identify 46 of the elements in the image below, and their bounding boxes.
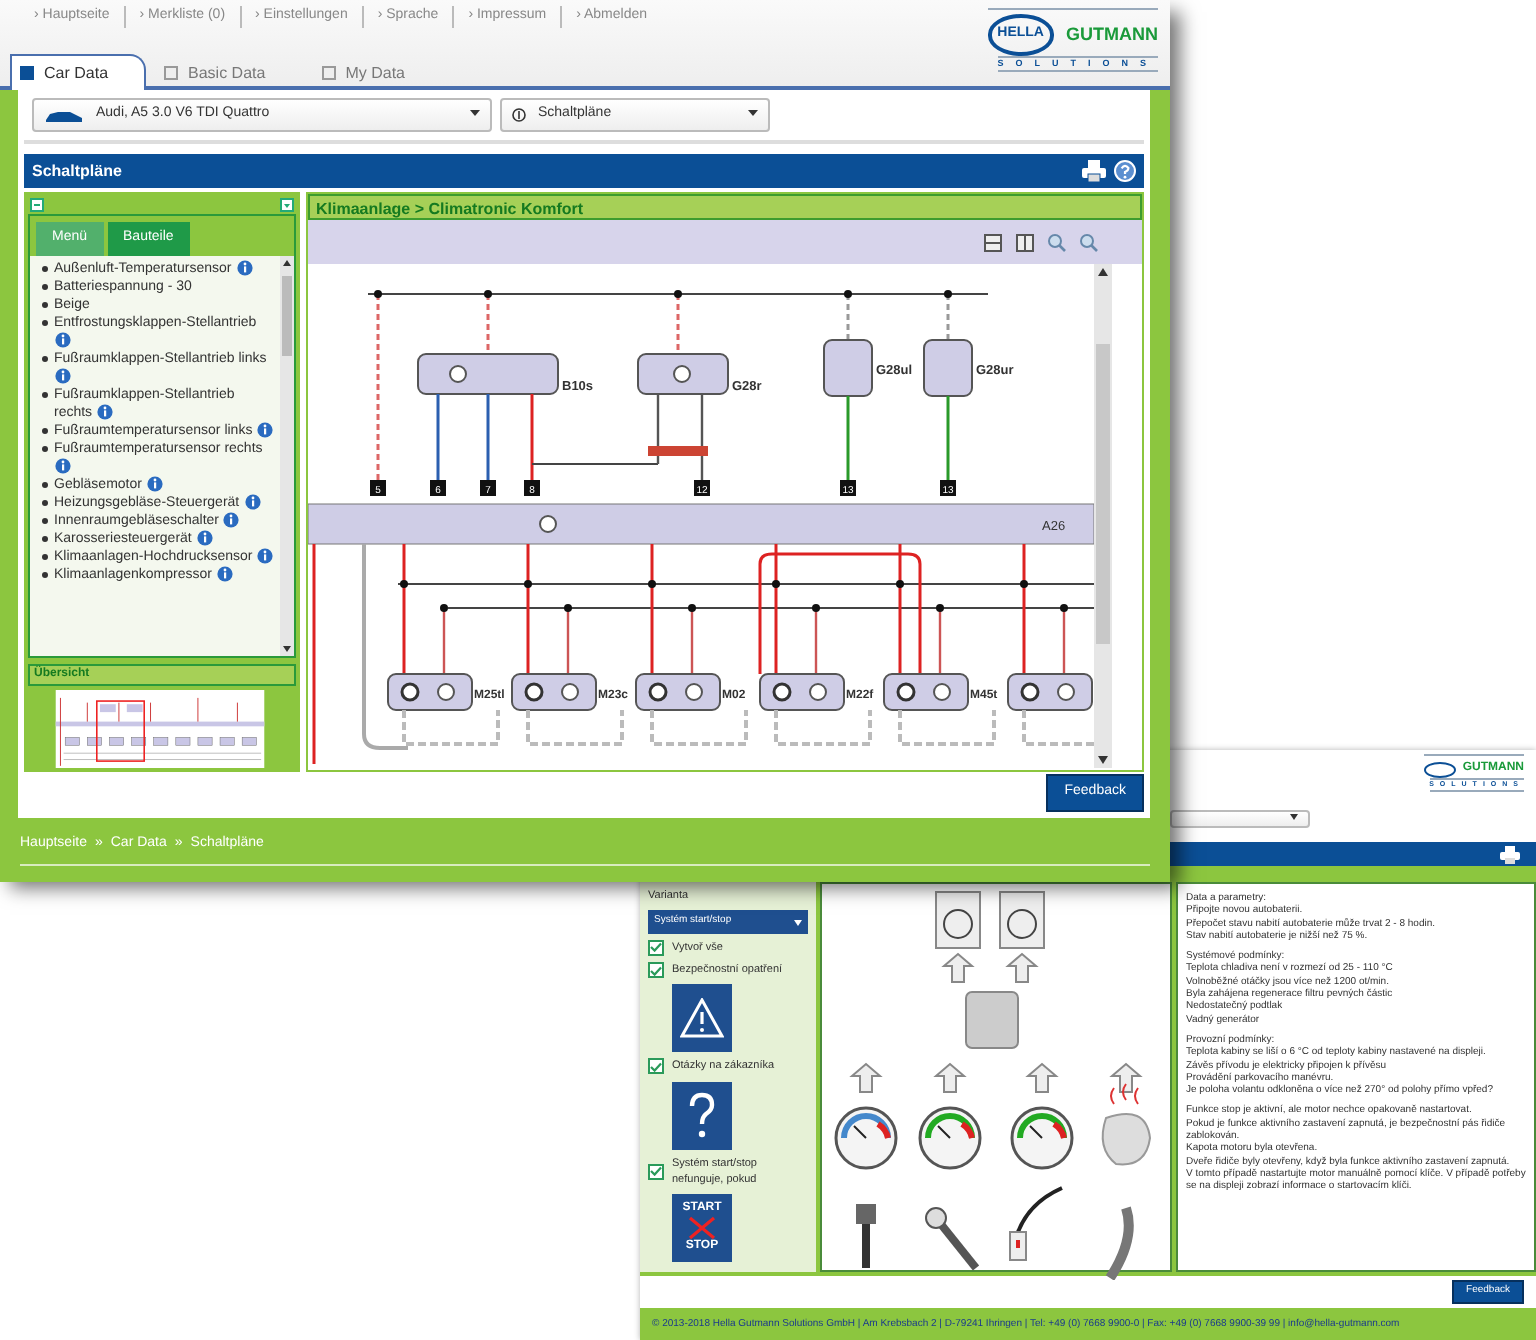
info-icon[interactable] <box>54 367 72 384</box>
caret-icon <box>1290 813 1298 820</box>
info-icon[interactable] <box>256 547 275 564</box>
info-icon[interactable] <box>54 331 72 348</box>
info-icon[interactable] <box>54 457 72 474</box>
collapse-icon[interactable] <box>30 198 44 212</box>
function-select[interactable] <box>1170 810 1310 828</box>
expand-icon[interactable] <box>280 198 294 212</box>
brand-name: GUTMANN <box>1066 21 1158 47</box>
checkbox[interactable] <box>648 1163 664 1180</box>
warning-icon <box>680 998 724 1039</box>
question-icon <box>688 1091 716 1139</box>
info-icon[interactable] <box>96 403 115 420</box>
checkbox[interactable] <box>648 962 664 979</box>
info-icon[interactable] <box>222 511 241 528</box>
split-vertical-icon[interactable] <box>1016 233 1034 251</box>
print-icon[interactable] <box>1082 160 1106 182</box>
info-icon[interactable] <box>243 493 262 510</box>
caret-icon <box>748 109 758 116</box>
scrollbar[interactable] <box>280 255 294 655</box>
tab[interactable]: Car Data <box>10 53 147 93</box>
checkbox[interactable] <box>648 1058 664 1075</box>
print-icon[interactable] <box>1500 845 1520 863</box>
tab[interactable]: My Data <box>311 53 443 93</box>
caret-icon <box>470 109 480 116</box>
panel-title: Schaltpläne <box>32 159 122 183</box>
diagram-title: Klimaanlage > Climatronic Komfort <box>308 194 1142 220</box>
split-horizontal-icon[interactable] <box>984 233 1002 251</box>
info-icon[interactable] <box>195 529 214 546</box>
zoom-in-icon[interactable] <box>1048 233 1066 251</box>
circuit-icon <box>512 108 526 122</box>
info-icon[interactable] <box>235 259 254 276</box>
info-icon[interactable] <box>145 475 164 492</box>
zoom-out-icon[interactable] <box>1080 233 1098 251</box>
hella-logo <box>1424 761 1457 777</box>
scrollbar[interactable] <box>1094 264 1112 768</box>
check-icon <box>650 1061 662 1072</box>
tab[interactable]: Basic Data <box>154 53 304 93</box>
check-icon <box>650 1166 662 1177</box>
checkbox[interactable] <box>648 939 664 956</box>
info-icon[interactable] <box>215 565 234 582</box>
help-icon[interactable] <box>1114 160 1136 182</box>
info-icon[interactable] <box>256 421 275 438</box>
car-icon <box>44 107 84 123</box>
cross-icon <box>688 1216 716 1240</box>
caret-icon <box>794 919 802 925</box>
